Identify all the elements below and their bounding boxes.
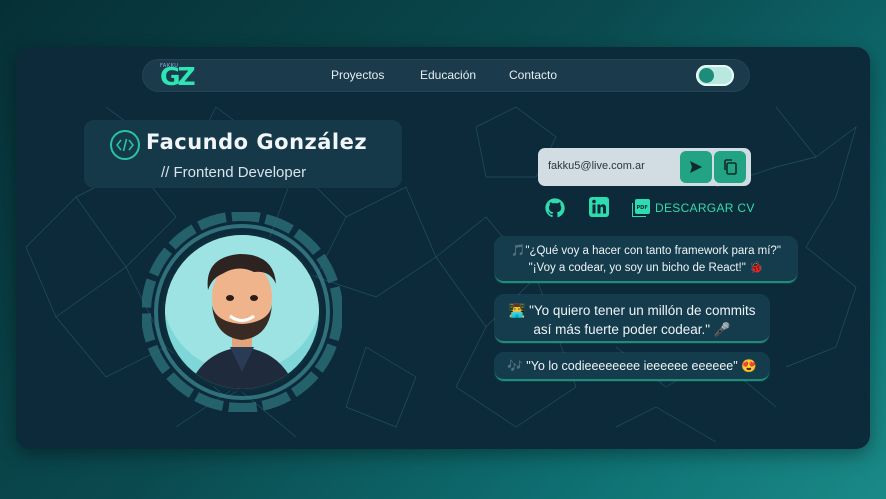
avatar [141, 211, 343, 413]
svg-text:PDF: PDF [637, 205, 648, 211]
profile-name: Facundo González [146, 130, 368, 154]
profile-header: Facundo González // Frontend Developer [84, 120, 402, 188]
download-cv-link[interactable]: PDF DESCARGAR CV [632, 199, 755, 217]
quote-bubble-3: 🎶 "Yo lo codieeeeeeee ieeeeee eeeeee" 😍 [495, 353, 769, 381]
copy-button[interactable] [714, 151, 746, 183]
navbar: FAKKU GZ Proyectos Educación Contacto [142, 59, 750, 92]
send-button[interactable] [680, 151, 712, 183]
profile-role: // Frontend Developer [161, 164, 307, 181]
quote-bubble-2: 👨‍💻 "Yo quiero tener un millón de commit… [495, 295, 769, 343]
nav-link-contacto[interactable]: Contacto [509, 68, 557, 82]
nav-link-educacion[interactable]: Educación [420, 68, 476, 82]
pdf-icon: PDF [632, 199, 650, 217]
linkedin-icon [589, 197, 609, 217]
nav-link-proyectos[interactable]: Proyectos [331, 68, 384, 82]
main-card: FAKKU GZ Proyectos Educación Contacto Fa… [16, 47, 870, 449]
copy-icon [724, 159, 737, 175]
quote-bubble-1: 🎵"¿Qué voy a hacer con tanto framework p… [495, 237, 797, 283]
linkedin-link[interactable] [589, 197, 609, 221]
quote-3-text: 🎶 "Yo lo codieeeeeeee ieeeeee eeeeee" 😍 [507, 359, 757, 373]
logo[interactable]: FAKKU GZ [160, 61, 200, 91]
download-cv-label: DESCARGAR CV [655, 201, 755, 215]
send-icon [690, 161, 702, 173]
email-box: fakku5@live.com.ar [538, 148, 751, 186]
quote-2-line-1: 👨‍💻 "Yo quiero tener un millón de commit… [508, 303, 756, 318]
github-link[interactable] [544, 197, 566, 223]
quote-1-line-2: "¡Voy a codear, yo soy un bicho de React… [528, 262, 764, 274]
email-text[interactable]: fakku5@live.com.ar [548, 160, 645, 172]
theme-toggle[interactable] [696, 65, 734, 86]
quote-2-line-2: así más fuerte poder codear." 🎤 [533, 322, 731, 337]
logo-text: GZ [160, 62, 196, 91]
github-icon [545, 198, 565, 218]
code-icon [110, 130, 140, 160]
quote-1-line-1: 🎵"¿Qué voy a hacer con tanto framework p… [511, 245, 781, 257]
toggle-knob [699, 68, 714, 83]
